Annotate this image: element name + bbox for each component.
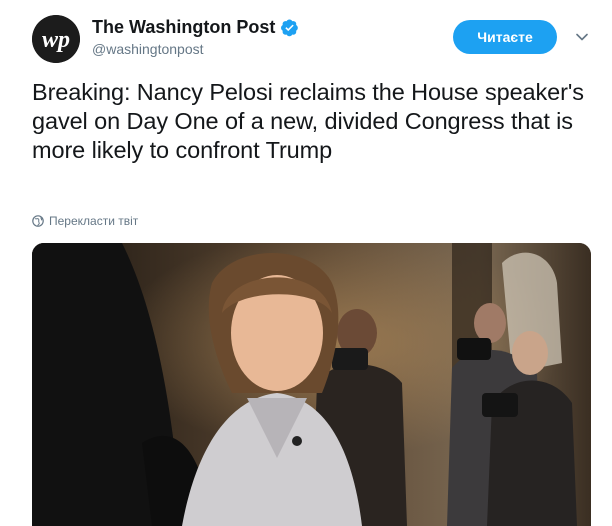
tweet-photo[interactable] [32,243,591,526]
news-photo-image [32,243,591,526]
translate-tweet-label[interactable]: Перекласти твіт [49,214,138,228]
account-names: The Washington Post @washingtonpost [92,16,299,58]
svg-text:wp: wp [42,27,70,53]
account-display-name-row[interactable]: The Washington Post [92,16,299,38]
globe-icon [32,215,44,227]
chevron-down-icon[interactable] [576,33,588,41]
translate-tweet-link[interactable]: Перекласти твіт [32,214,138,228]
following-button[interactable]: Читаєте [453,20,557,54]
verified-badge-icon [281,19,299,36]
tweet-text: Breaking: Nancy Pelosi reclaims the Hous… [32,79,584,163]
washington-post-logo-icon: wp [32,15,80,63]
tweet-card: wp The Washington Post @washingtonpost Ч… [0,0,612,526]
account-avatar[interactable]: wp [32,15,80,63]
account-display-name[interactable]: The Washington Post [92,16,275,38]
account-handle[interactable]: @washingtonpost [92,40,299,58]
